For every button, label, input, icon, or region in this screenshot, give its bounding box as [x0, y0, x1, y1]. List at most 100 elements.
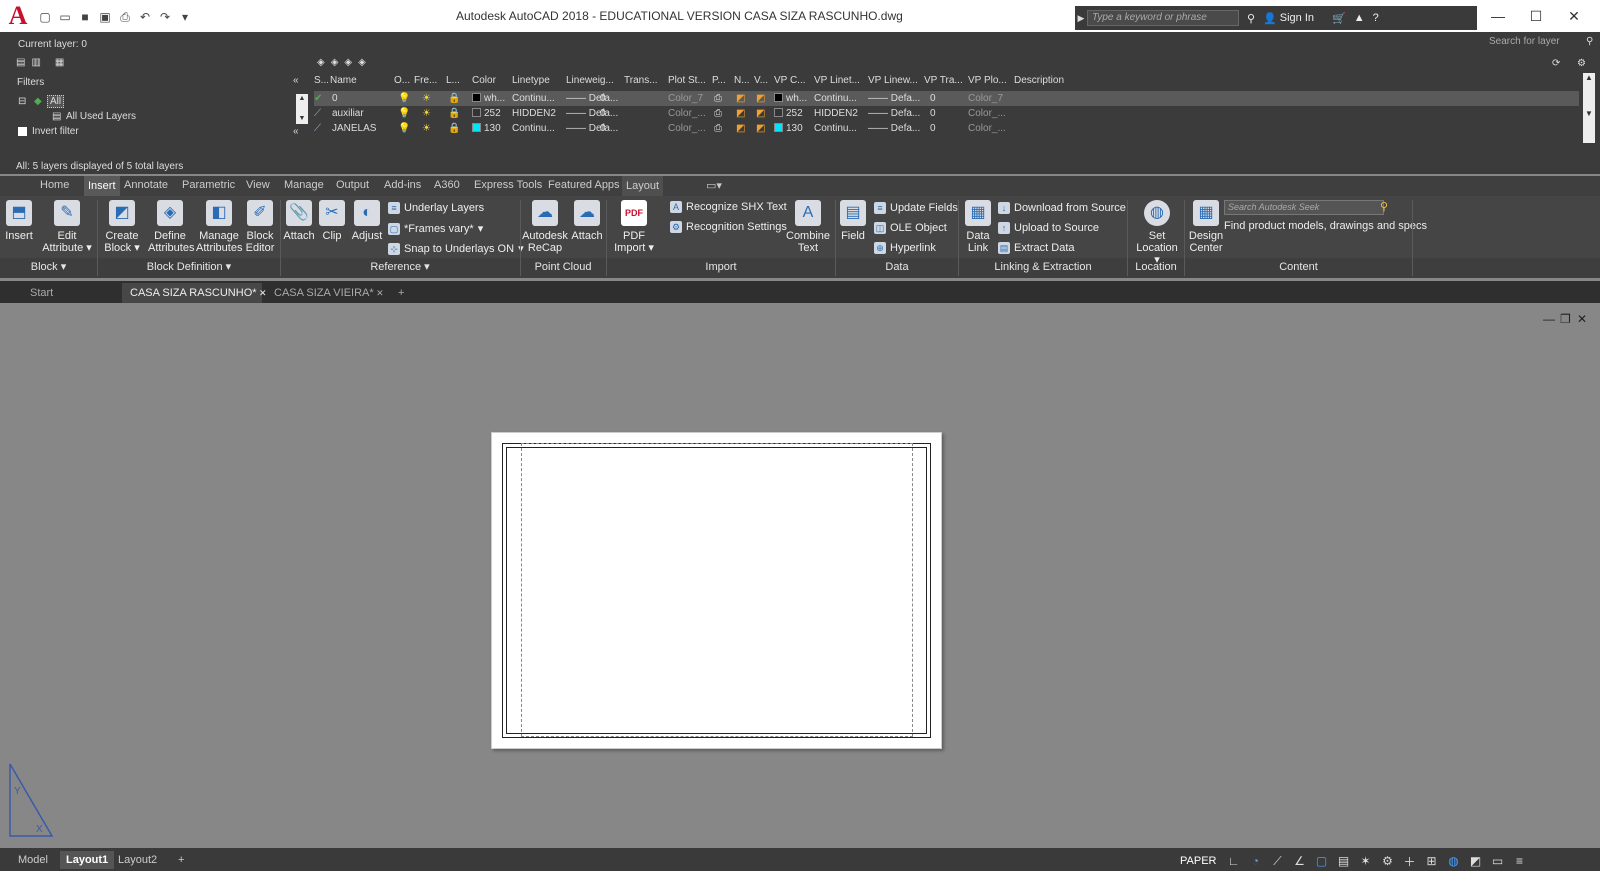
pdf-import-button[interactable]: PDF PDF Import ▾ — [614, 200, 654, 254]
freeze-icon[interactable]: ☀ — [422, 106, 431, 121]
dynamic-ucs-icon[interactable]: ◔ — [1246, 854, 1264, 868]
layer-row[interactable]: ⟋ JANELAS 💡 ☀ 🔒 0 ⎙ ◩ ◩ 0 Continu... —— Defa... Colo… — [314, 121, 1579, 136]
doc-tab[interactable]: Start — [22, 283, 118, 303]
column-header[interactable]: V... — [754, 73, 772, 89]
hardware-acceleration-icon[interactable]: ◩ — [1466, 854, 1484, 868]
maximize-icon[interactable]: ☐ — [1528, 8, 1544, 24]
column-header[interactable]: L... — [446, 73, 470, 89]
vp-freeze-icon[interactable]: ◩ — [756, 121, 765, 136]
linetype[interactable]: Continu... — [512, 121, 555, 136]
workspace-icon[interactable]: ⚙ — [1378, 854, 1396, 868]
on-off-icon[interactable]: 💡 — [398, 106, 410, 121]
lock-icon[interactable]: 🔒 — [448, 121, 460, 136]
paper-space-toggle[interactable]: PAPER — [1180, 855, 1216, 867]
new-file-icon[interactable]: ▢ — [36, 8, 54, 26]
vp-color-cell[interactable]: wh... — [774, 91, 807, 106]
vp-linetype[interactable]: HIDDEN2 — [814, 106, 858, 121]
vp-lineweight[interactable]: —— Defa... — [868, 121, 920, 136]
panel-block-definition-title[interactable]: Block Definition ▾ — [98, 258, 280, 276]
new-vp-frozen-layer-icon[interactable]: ◈ — [331, 57, 339, 68]
keyword-search-input[interactable]: Type a keyword or phrase — [1087, 10, 1239, 26]
settings-gear-icon[interactable]: ⚙ — [1577, 58, 1586, 69]
ribbon-tab-view[interactable]: View — [246, 179, 270, 191]
on-off-icon[interactable]: 💡 — [398, 121, 410, 136]
column-header[interactable]: VP C... — [774, 73, 812, 89]
linetype[interactable]: Continu... — [512, 91, 555, 106]
panel-reference-title[interactable]: Reference ▾ — [281, 258, 519, 276]
ole-object-button[interactable]: ◫ OLE Object — [874, 222, 947, 234]
vp-lineweight[interactable]: —— Defa... — [868, 91, 920, 106]
viewport-close-icon[interactable]: ✕ — [1577, 312, 1587, 326]
hyperlink-button[interactable]: ⊕ Hyperlink — [874, 242, 936, 254]
units-icon[interactable]: ⊞ — [1422, 854, 1440, 868]
autodesk-recap-button[interactable]: ☁ Autodesk ReCap — [522, 200, 568, 254]
column-header[interactable]: Plot St... — [668, 73, 710, 89]
binoculars-icon[interactable]: ⚲ — [1247, 12, 1255, 25]
ribbon-tab-express-tools[interactable]: Express Tools — [474, 179, 542, 191]
search-layer-input[interactable]: Search for layer — [1489, 36, 1560, 47]
clip-button[interactable]: ✂ Clip — [318, 200, 346, 242]
polar-icon[interactable]: ∠ — [1290, 854, 1308, 868]
combine-text-button[interactable]: A Combine Text — [786, 200, 830, 254]
layout-tab-layout1[interactable]: Layout1 — [60, 851, 115, 869]
vp-linetype[interactable]: Continu... — [814, 121, 857, 136]
column-header[interactable]: Description — [1014, 73, 1094, 89]
new-tab-icon[interactable]: + — [390, 283, 412, 303]
download-from-source-button[interactable]: ↓ Download from Source — [998, 202, 1126, 214]
refresh-icon[interactable]: ⟳ — [1552, 58, 1560, 69]
ribbon-tab-home[interactable]: Home — [40, 179, 69, 191]
ribbon-tab-parametric[interactable]: Parametric — [182, 179, 235, 191]
lineweight[interactable]: —— Defa... — [566, 106, 618, 121]
vp-linetype[interactable]: Continu... — [814, 91, 857, 106]
layout-tab-layout2[interactable]: Layout2 — [112, 851, 163, 869]
lock-icon[interactable]: 🔒 — [448, 91, 460, 106]
new-vp-freeze-icon[interactable]: ◩ — [736, 121, 745, 136]
plot-style[interactable]: Color_... — [668, 121, 706, 136]
customize-menu-icon[interactable]: ≡ — [1510, 854, 1528, 868]
adjust-button[interactable]: ◐ Adjust — [350, 200, 384, 242]
vp-freeze-icon[interactable]: ◩ — [756, 106, 765, 121]
vp-color-cell[interactable]: 252 — [774, 106, 803, 121]
set-location-button[interactable]: ◍ Set Location ▾ — [1134, 200, 1180, 266]
attach-point-cloud-button[interactable]: ☁ Attach — [570, 200, 604, 242]
annotation-scale-icon[interactable]: ✶ — [1356, 854, 1374, 868]
column-header[interactable]: S... — [314, 73, 328, 89]
create-block-button[interactable]: ◩ Create Block ▾ — [102, 200, 142, 254]
ribbon-tab-a360[interactable]: A360 — [434, 179, 460, 191]
vp-lineweight[interactable]: —— Defa... — [868, 106, 920, 121]
plot-style[interactable]: Color_... — [668, 106, 706, 121]
viewport-minimize-icon[interactable]: — — [1543, 312, 1555, 326]
minimize-icon[interactable]: — — [1490, 8, 1506, 24]
column-header[interactable]: VP Linew... — [868, 73, 922, 89]
doc-tab[interactable]: CASA SIZA VIEIRA* ✕ — [266, 283, 384, 303]
object-snap-icon[interactable]: ▢ — [1312, 854, 1330, 868]
filter-all-used-layers[interactable]: All Used Layers — [66, 111, 136, 122]
manage-attributes-button[interactable]: ◧ Manage Attributes — [196, 200, 242, 254]
new-vp-freeze-icon[interactable]: ◩ — [736, 106, 745, 121]
design-center-button[interactable]: ▦ Design Center — [1186, 200, 1226, 254]
column-header[interactable]: P... — [712, 73, 732, 89]
column-header[interactable]: Fre... — [414, 73, 444, 89]
field-button[interactable]: ▤ Field — [838, 200, 868, 242]
layer-row[interactable]: ⟋ auxiliar 💡 ☀ 🔒 0 ⎙ ◩ ◩ 0 HIDDEN2 —— Defa... Color_… — [314, 106, 1579, 121]
edit-attribute-button[interactable]: ✎ Edit Attribute ▾ — [40, 200, 94, 254]
lineweight-icon[interactable]: ▤ — [1334, 854, 1352, 868]
tree-collapse-icon[interactable]: ⊟ — [18, 96, 26, 107]
update-fields-button[interactable]: ≡ Update Fields — [874, 202, 958, 214]
column-header[interactable]: Trans... — [624, 73, 666, 89]
color-cell[interactable]: 252 — [472, 106, 501, 121]
snap-mode-icon[interactable]: ∟ — [1224, 854, 1242, 868]
column-header[interactable]: Name — [330, 73, 392, 89]
autocad-logo-icon[interactable]: A — [0, 0, 36, 32]
upload-to-source-button[interactable]: ↑ Upload to Source — [998, 222, 1099, 234]
new-property-filter-icon[interactable]: ▤ — [16, 57, 25, 68]
save-as-icon[interactable]: ▣ — [96, 8, 114, 26]
column-header[interactable]: N... — [734, 73, 752, 89]
close-tab-icon[interactable]: ✕ — [374, 288, 384, 298]
sign-in-link[interactable]: Sign In — [1280, 12, 1314, 24]
column-header[interactable]: O... — [394, 73, 412, 89]
seek-search-icon[interactable]: ⚲ — [1380, 200, 1388, 213]
ribbon-tab-insert[interactable]: Insert — [84, 176, 120, 196]
isolate-objects-icon[interactable]: ◍ — [1444, 854, 1462, 868]
plot-icon[interactable]: ⎙ — [714, 121, 722, 136]
